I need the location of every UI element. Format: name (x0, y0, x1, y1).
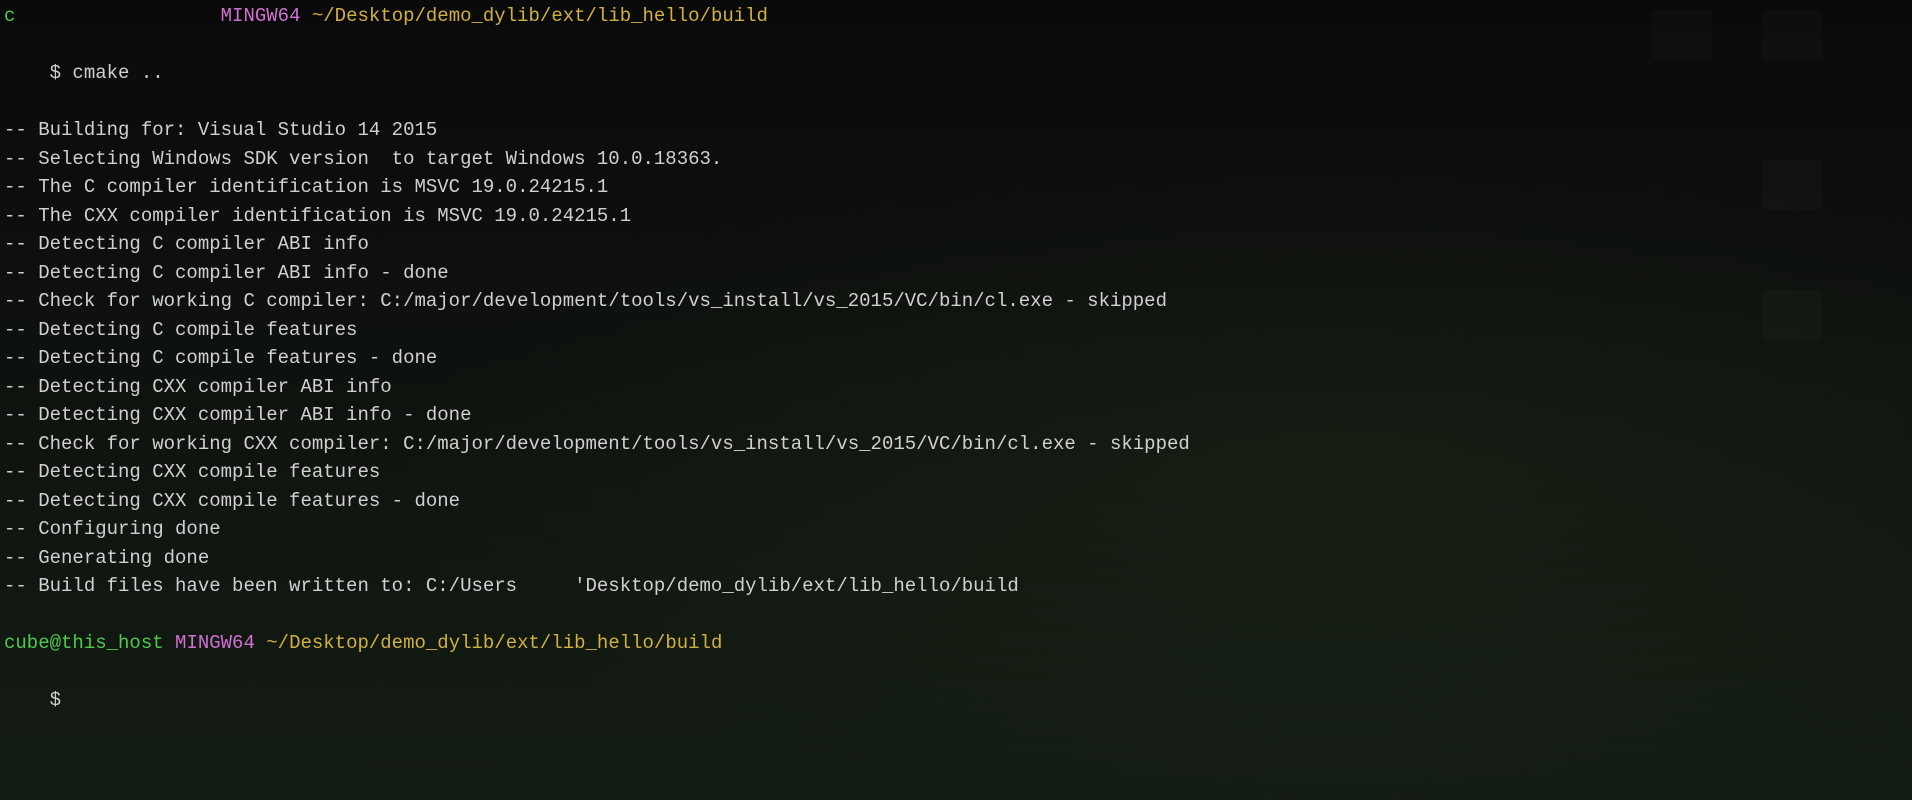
output-line: -- Detecting C compiler ABI info - done (4, 259, 1908, 288)
user-host: cube@this_host (4, 629, 164, 658)
output-line: -- Detecting CXX compile features - done (4, 487, 1908, 516)
prompt-line-1: c xxxxxxxxxxxxxxxxx MINGW64 ~/Desktop/de… (4, 2, 1908, 31)
command-text: cmake .. (72, 62, 163, 84)
command-line-2[interactable]: $ (4, 658, 1908, 744)
prompt-symbol: $ (50, 689, 61, 711)
mingw-label: MINGW64 (164, 629, 267, 658)
output-line: -- Detecting CXX compiler ABI info (4, 373, 1908, 402)
output-line: -- Generating done (4, 544, 1908, 573)
output-line: -- Build files have been written to: C:/… (4, 572, 1908, 601)
output-line: -- Detecting CXX compiler ABI info - don… (4, 401, 1908, 430)
output-line: -- Check for working C compiler: C:/majo… (4, 287, 1908, 316)
output-line: -- Detecting C compiler ABI info (4, 230, 1908, 259)
mingw-label: MINGW64 (209, 2, 312, 31)
output-line: -- The CXX compiler identification is MS… (4, 202, 1908, 231)
cwd-path: ~/Desktop/demo_dylib/ext/lib_hello/build (266, 629, 722, 658)
cwd-path: ~/Desktop/demo_dylib/ext/lib_hello/build (312, 2, 768, 31)
output-line: -- Detecting C compile features - done (4, 344, 1908, 373)
output-line: -- Building for: Visual Studio 14 2015 (4, 116, 1908, 145)
prompt-symbol: $ (50, 62, 73, 84)
output-line: -- The C compiler identification is MSVC… (4, 173, 1908, 202)
user-host: c (4, 2, 15, 31)
output-line: -- Detecting C compile features (4, 316, 1908, 345)
command-line-1: $ cmake .. (4, 31, 1908, 117)
output-line: -- Selecting Windows SDK version to targ… (4, 145, 1908, 174)
output-line: -- Check for working CXX compiler: C:/ma… (4, 430, 1908, 459)
terminal-output[interactable]: c xxxxxxxxxxxxxxxxx MINGW64 ~/Desktop/de… (4, 0, 1908, 743)
output-line: -- Configuring done (4, 515, 1908, 544)
blank-line (4, 601, 1908, 630)
output-line: -- Detecting CXX compile features (4, 458, 1908, 487)
prompt-line-2: cube@this_host MINGW64 ~/Desktop/demo_dy… (4, 629, 1908, 658)
